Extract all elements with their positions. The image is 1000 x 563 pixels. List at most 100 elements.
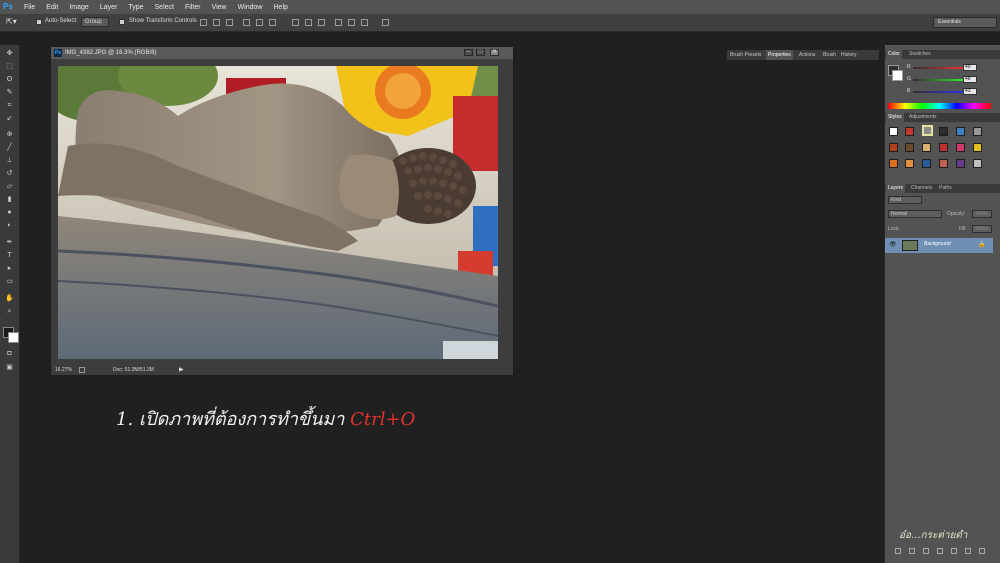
style-swatch[interactable] bbox=[973, 127, 982, 136]
auto-select-checkbox[interactable] bbox=[36, 19, 42, 25]
style-none-swatch[interactable] bbox=[889, 127, 898, 136]
minimize-button[interactable]: – bbox=[464, 49, 473, 56]
menu-file[interactable]: File bbox=[24, 4, 35, 11]
distribute-left-icon[interactable] bbox=[335, 19, 342, 26]
b-value[interactable]: 43 bbox=[963, 88, 977, 95]
blend-mode-dropdown[interactable]: Normal bbox=[888, 210, 942, 218]
align-vertical-center-icon[interactable] bbox=[213, 19, 220, 26]
style-swatch[interactable] bbox=[973, 143, 982, 152]
align-horizontal-center-icon[interactable] bbox=[256, 19, 263, 26]
style-swatch[interactable] bbox=[905, 127, 914, 136]
distribute-center-icon[interactable] bbox=[305, 19, 312, 26]
distribute-right-icon[interactable] bbox=[361, 19, 368, 26]
adjustment-layer-icon[interactable] bbox=[937, 548, 943, 554]
align-right-icon[interactable] bbox=[269, 19, 276, 26]
menu-layer[interactable]: Layer bbox=[100, 4, 118, 11]
path-selection-tool-icon[interactable]: ▸ bbox=[4, 264, 15, 273]
show-transform-checkbox[interactable] bbox=[119, 19, 125, 25]
link-layers-icon[interactable] bbox=[895, 548, 901, 554]
healing-brush-tool-icon[interactable]: ⊕ bbox=[4, 130, 15, 139]
fill-field[interactable]: 100% bbox=[972, 225, 992, 233]
menu-filter[interactable]: Filter bbox=[185, 4, 201, 11]
menu-select[interactable]: Select bbox=[155, 4, 174, 11]
document-canvas[interactable] bbox=[58, 66, 498, 359]
add-mask-icon[interactable] bbox=[923, 548, 929, 554]
b-slider[interactable] bbox=[913, 91, 967, 93]
background-color-swatch[interactable] bbox=[8, 332, 19, 343]
new-group-icon[interactable] bbox=[951, 548, 957, 554]
history-brush-tool-icon[interactable]: ↺ bbox=[4, 169, 15, 178]
move-tool-preset-icon[interactable]: ⇱▾ bbox=[6, 17, 20, 27]
crop-tool-icon[interactable]: ⌗ bbox=[4, 101, 15, 110]
style-swatch[interactable] bbox=[939, 159, 948, 168]
tab-brush-presets[interactable]: Brush Presets bbox=[730, 50, 761, 60]
menu-view[interactable]: View bbox=[212, 4, 227, 11]
style-swatch[interactable] bbox=[956, 143, 965, 152]
visibility-eye-icon[interactable]: 👁 bbox=[889, 241, 897, 248]
lasso-tool-icon[interactable]: ʘ bbox=[4, 75, 15, 84]
style-swatch[interactable] bbox=[922, 143, 931, 152]
style-swatch[interactable] bbox=[939, 127, 948, 136]
tab-channels[interactable]: Channels bbox=[909, 184, 934, 193]
style-swatch[interactable] bbox=[922, 159, 931, 168]
type-tool-icon[interactable]: T bbox=[4, 251, 15, 260]
marquee-tool-icon[interactable]: ⬚ bbox=[4, 62, 15, 71]
align-top-icon[interactable] bbox=[200, 19, 207, 26]
menu-image[interactable]: Image bbox=[69, 4, 88, 11]
color-spectrum-bar[interactable] bbox=[888, 103, 991, 109]
style-swatch[interactable] bbox=[956, 159, 965, 168]
style-swatch[interactable] bbox=[889, 159, 898, 168]
quick-select-tool-icon[interactable]: ✎ bbox=[4, 88, 15, 97]
tab-properties[interactable]: Properties bbox=[766, 50, 793, 60]
style-swatch[interactable] bbox=[973, 159, 982, 168]
move-tool-icon[interactable]: ✥ bbox=[4, 49, 15, 58]
auto-select-dropdown[interactable]: Group bbox=[81, 17, 109, 27]
tab-brush[interactable]: Brush bbox=[823, 50, 836, 60]
tab-styles[interactable]: Styles bbox=[886, 113, 904, 122]
tab-swatches[interactable]: Swatches bbox=[907, 50, 933, 59]
tab-actions[interactable]: Actions bbox=[799, 50, 815, 60]
tab-history[interactable]: History bbox=[841, 50, 857, 60]
layer-style-icon[interactable] bbox=[909, 548, 915, 554]
distribute-bottom-icon[interactable] bbox=[318, 19, 325, 26]
document-titlebar[interactable]: Ps IMG_4382.JPG @ 16.3% (RGB/8) – □ ✕ bbox=[51, 47, 513, 59]
tab-layers[interactable]: Layers bbox=[886, 184, 906, 193]
menu-window[interactable]: Window bbox=[238, 4, 263, 11]
clone-stamp-tool-icon[interactable]: ⊥ bbox=[4, 156, 15, 165]
g-slider[interactable] bbox=[913, 79, 967, 81]
color-background-swatch[interactable] bbox=[892, 70, 903, 81]
tab-color[interactable]: Color bbox=[886, 50, 902, 59]
dodge-tool-icon[interactable]: ◐ bbox=[4, 221, 15, 230]
workspace-switcher[interactable]: Essentials bbox=[933, 17, 997, 28]
layer-name[interactable]: Background bbox=[924, 241, 951, 247]
opacity-field[interactable]: 100% bbox=[972, 210, 992, 218]
zoom-tool-icon[interactable]: ⌕ bbox=[4, 307, 15, 316]
style-swatch[interactable] bbox=[939, 143, 948, 152]
distribute-top-icon[interactable] bbox=[292, 19, 299, 26]
menu-type[interactable]: Type bbox=[128, 4, 143, 11]
g-value[interactable]: 48 bbox=[963, 76, 977, 83]
style-swatch-selected[interactable] bbox=[922, 125, 933, 136]
style-swatch[interactable] bbox=[905, 143, 914, 152]
style-swatch[interactable] bbox=[905, 159, 914, 168]
layer-filter-kind[interactable]: Kind bbox=[888, 196, 922, 204]
zoom-level[interactable]: 16.27% bbox=[55, 365, 72, 375]
align-bottom-icon[interactable] bbox=[226, 19, 233, 26]
eyedropper-tool-icon[interactable]: ↙ bbox=[4, 114, 15, 123]
quick-mask-icon[interactable]: ◘ bbox=[4, 349, 15, 358]
menu-help[interactable]: Help bbox=[274, 4, 288, 11]
auto-align-icon[interactable] bbox=[382, 19, 389, 26]
gradient-tool-icon[interactable]: ▮ bbox=[4, 195, 15, 204]
align-left-icon[interactable] bbox=[243, 19, 250, 26]
blur-tool-icon[interactable]: ● bbox=[4, 208, 15, 217]
style-swatch[interactable] bbox=[956, 127, 965, 136]
shape-tool-icon[interactable]: ▭ bbox=[4, 277, 15, 286]
hand-tool-icon[interactable]: ✋ bbox=[4, 294, 15, 303]
screen-mode-icon[interactable]: ▣ bbox=[4, 363, 15, 372]
distribute-hcenter-icon[interactable] bbox=[348, 19, 355, 26]
menu-edit[interactable]: Edit bbox=[46, 4, 58, 11]
maximize-button[interactable]: □ bbox=[476, 49, 485, 56]
delete-layer-icon[interactable] bbox=[979, 548, 985, 554]
r-value[interactable]: 49 bbox=[963, 64, 977, 71]
eraser-tool-icon[interactable]: ▱ bbox=[4, 182, 15, 191]
